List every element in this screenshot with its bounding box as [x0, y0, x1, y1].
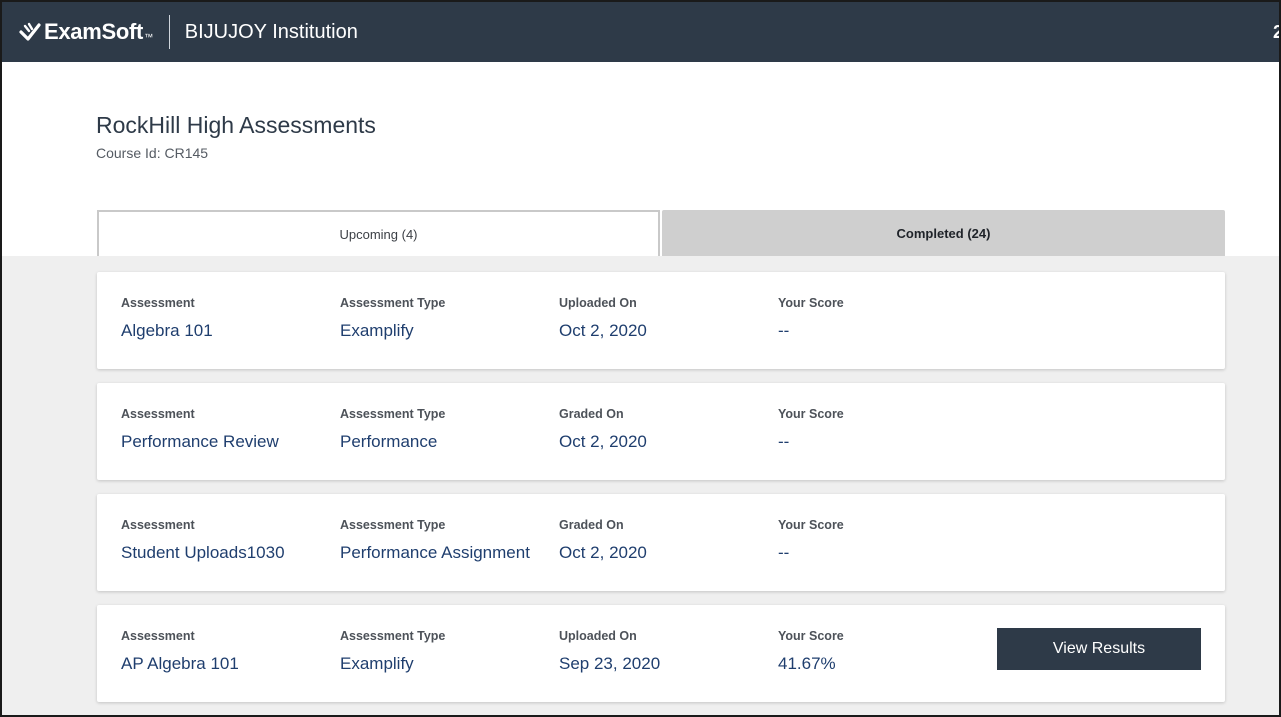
- assessment-label: Assessment: [121, 296, 195, 310]
- assessment-card: Assessment Performance Review Assessment…: [97, 383, 1225, 480]
- assessment-name[interactable]: Student Uploads1030: [121, 543, 285, 563]
- assessment-card: Assessment Student Uploads1030 Assessmen…: [97, 494, 1225, 591]
- score-label: Your Score: [778, 407, 844, 421]
- date-value: Sep 23, 2020: [559, 654, 661, 673]
- top-bar: ExamSoft ™ BIJUJOY Institution 2: [2, 2, 1279, 62]
- course-id: Course Id: CR145: [96, 145, 209, 161]
- date-label: Graded On: [559, 518, 624, 532]
- assessment-name[interactable]: AP Algebra 101: [121, 654, 239, 674]
- score-value: --: [778, 321, 790, 340]
- assessment-type: Examplify: [340, 654, 414, 673]
- assessment-type-label: Assessment Type: [340, 629, 446, 643]
- assessment-type: Examplify: [340, 321, 414, 340]
- examsoft-logo-icon: [19, 22, 41, 41]
- assessment-type-label: Assessment Type: [340, 518, 446, 532]
- header-edge-glyph: 2: [1273, 22, 1279, 43]
- assessment-label: Assessment: [121, 518, 195, 532]
- assessment-label: Assessment: [121, 407, 195, 421]
- assessment-label: Assessment: [121, 629, 195, 643]
- tab-upcoming[interactable]: Upcoming (4): [97, 210, 660, 256]
- assessment-type-label: Assessment Type: [340, 296, 446, 310]
- score-value: --: [778, 432, 790, 451]
- logo-trademark: ™: [144, 32, 153, 42]
- date-label: Uploaded On: [559, 296, 637, 310]
- assessment-name[interactable]: Performance Review: [121, 432, 279, 452]
- date-label: Graded On: [559, 407, 624, 421]
- assessment-type: Performance Assignment: [340, 543, 530, 562]
- assessment-type-label: Assessment Type: [340, 407, 446, 421]
- score-value: 41.67%: [778, 654, 836, 673]
- score-value: --: [778, 543, 790, 562]
- assessment-card: Assessment AP Algebra 101 Assessment Typ…: [97, 605, 1225, 702]
- date-label: Uploaded On: [559, 629, 637, 643]
- institution-name: BIJUJOY Institution: [184, 20, 358, 43]
- date-value: Oct 2, 2020: [559, 432, 647, 451]
- date-value: Oct 2, 2020: [559, 543, 647, 562]
- header-divider: [168, 15, 170, 49]
- examsoft-logo[interactable]: ExamSoft ™: [19, 19, 153, 45]
- date-value: Oct 2, 2020: [559, 321, 647, 340]
- score-label: Your Score: [778, 518, 844, 532]
- score-label: Your Score: [778, 296, 844, 310]
- app-window: ExamSoft ™ BIJUJOY Institution 2 RockHil…: [0, 0, 1281, 717]
- page-title: RockHill High Assessments: [96, 112, 376, 138]
- score-label: Your Score: [778, 629, 844, 643]
- assessment-card: Assessment Algebra 101 Assessment Type E…: [97, 272, 1225, 369]
- view-results-button[interactable]: View Results: [997, 628, 1201, 670]
- assessment-list: Assessment Algebra 101 Assessment Type E…: [2, 256, 1279, 715]
- assessment-type: Performance: [340, 432, 438, 451]
- tab-completed[interactable]: Completed (24): [662, 210, 1225, 256]
- assessment-name[interactable]: Algebra 101: [121, 321, 213, 341]
- assessment-tabs: Upcoming (4) Completed (24): [97, 210, 1225, 256]
- logo-text: ExamSoft: [44, 19, 144, 44]
